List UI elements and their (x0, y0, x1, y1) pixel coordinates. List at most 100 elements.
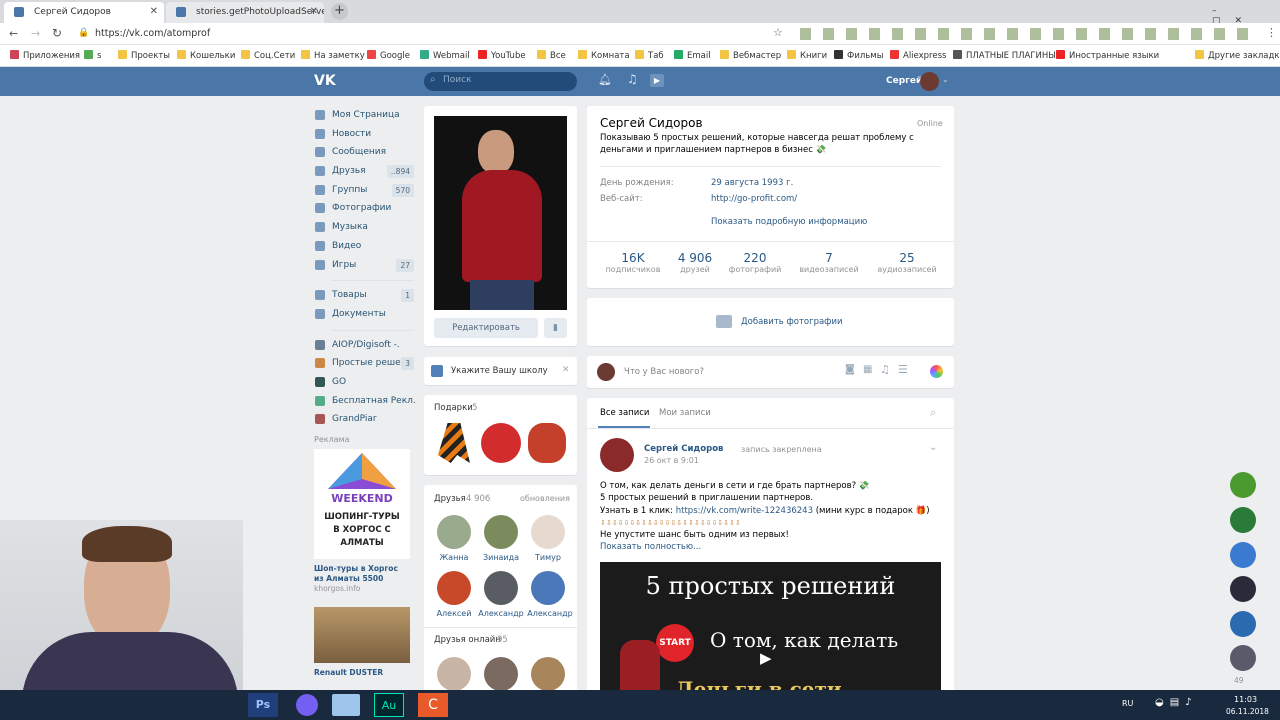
stat-photos[interactable]: 220 фотографий (720, 251, 790, 274)
color-palette-icon[interactable] (930, 365, 943, 378)
friend-name[interactable]: Александр (524, 609, 576, 618)
sidebar-item-goods[interactable]: Товары 1 (312, 286, 414, 305)
sidebar-app[interactable]: GrandPiar (312, 410, 414, 429)
bookmark-item[interactable]: ПЛАТНЫЕ ПЛАГИНЫ (953, 50, 1056, 61)
sidebar-item-friends[interactable]: Друзья ..894 (312, 162, 414, 181)
gifts-card[interactable]: Подарки 5 (424, 395, 577, 475)
bookmark-item[interactable]: Webmail (420, 50, 470, 61)
sidebar-item-news[interactable]: Новости (312, 125, 414, 144)
stats-icon[interactable]: ▮ (544, 318, 567, 338)
bookmark-item[interactable]: Таб (635, 50, 664, 61)
avatar[interactable] (920, 72, 939, 91)
profile-photo[interactable] (434, 116, 567, 310)
post-author[interactable]: Сергей Сидоров (644, 444, 723, 454)
updates-link[interactable]: обновления (520, 494, 570, 503)
text-format-icon[interactable]: ☰ (898, 363, 908, 376)
show-more-info-link[interactable]: Показать подробную информацию (711, 217, 867, 227)
stat-followers[interactable]: 16K подписчиков (598, 251, 668, 274)
sidebar-app[interactable]: Бесплатная Рекл. (312, 392, 416, 411)
friend-avatar[interactable] (437, 515, 471, 549)
viber-icon[interactable] (296, 694, 318, 716)
status-text[interactable]: Показываю 5 простых решений, которые нав… (600, 132, 940, 156)
post-author-avatar[interactable] (600, 438, 634, 472)
chat-avatar[interactable] (1230, 645, 1256, 671)
bookmark-item[interactable]: s (84, 50, 101, 61)
bookmark-item[interactable]: Книги (787, 50, 827, 61)
extension-icons[interactable] (800, 28, 1260, 40)
show-more-link[interactable]: Показать полностью... (600, 541, 945, 553)
sidebar-app[interactable]: AIOP/Digisoft -. (312, 336, 414, 355)
bookmark-item[interactable]: На заметку (301, 50, 365, 61)
music-icon[interactable]: ♫ (880, 363, 890, 376)
sidebar-item-groups[interactable]: Группы 570 (312, 181, 414, 200)
audition-icon[interactable]: Au (374, 693, 404, 717)
tab-all-posts[interactable]: Все записи (600, 408, 649, 418)
url-field[interactable]: https://vk.com/atomprof (95, 28, 210, 39)
bookmark-item[interactable]: YouTube (478, 50, 526, 61)
back-icon[interactable]: ← (9, 27, 18, 40)
sidebar-item-games[interactable]: Игры 27 (312, 256, 414, 275)
friend-avatar[interactable] (437, 657, 471, 691)
ad-banner[interactable]: WEEKEND ШОПИНГ-ТУРЫ В ХОРГОС С АЛМАТЫ (314, 449, 410, 559)
tray-icons[interactable]: ◒▤♪ (1155, 697, 1198, 708)
chat-avatar[interactable] (1230, 611, 1256, 637)
ad-title[interactable]: Renault DUSTER (314, 668, 410, 677)
clock-time[interactable]: 11:03 (1234, 695, 1257, 704)
reload-icon[interactable]: ↻ (52, 26, 62, 40)
friend-name[interactable]: Жанна (432, 553, 476, 562)
friend-avatar[interactable] (484, 657, 518, 691)
sidebar-item-video[interactable]: Видео (312, 237, 414, 256)
friend-name[interactable]: Александр (475, 609, 527, 618)
star-icon[interactable]: ☆ (773, 26, 783, 39)
post-date[interactable]: 26 окт в 9:01 (644, 456, 699, 465)
edit-button[interactable]: Редактировать (434, 318, 538, 338)
bookmark-item[interactable]: Фильмы (834, 50, 883, 61)
photoshop-icon[interactable]: Ps (248, 693, 278, 717)
browser-tab-active[interactable]: Сергей Сидоров ✕ (4, 2, 164, 23)
bookmark-item[interactable]: Кошельки (177, 50, 235, 61)
gift-santa-icon[interactable] (481, 423, 521, 463)
bookmark-item[interactable]: Соц.Сети (241, 50, 295, 61)
composer-input[interactable]: Что у Вас нового? (624, 367, 704, 377)
friend-avatar[interactable] (531, 571, 565, 605)
search-input[interactable]: ⌕ Поиск (424, 72, 577, 91)
chat-avatar[interactable] (1230, 542, 1256, 568)
stat-audios[interactable]: 25 аудиозаписей (871, 251, 943, 274)
bookmark-item[interactable]: Приложения (10, 50, 80, 61)
close-tab-icon[interactable]: ✕ (150, 2, 158, 22)
friend-avatar[interactable] (484, 571, 518, 605)
video-icon[interactable]: ▦ (863, 364, 872, 375)
bookmark-item[interactable]: Aliexpress (890, 50, 946, 61)
sidebar-item-my-page[interactable]: Моя Страница (312, 106, 414, 125)
language-indicator[interactable]: RU (1122, 699, 1133, 708)
close-icon[interactable]: ✕ (562, 365, 570, 375)
bookmark-item[interactable]: Google (367, 50, 410, 61)
forward-icon[interactable]: → (31, 27, 40, 40)
friend-avatar[interactable] (484, 515, 518, 549)
play-icon[interactable]: ▶ (760, 649, 782, 667)
sidebar-item-photos[interactable]: Фотографии (312, 199, 414, 218)
sidebar-app[interactable]: Простые реше... 3 (312, 354, 414, 373)
tab-my-posts[interactable]: Мои записи (659, 408, 711, 418)
menu-icon[interactable]: ⋮ (1266, 26, 1277, 39)
stat-friends[interactable]: 4 906 друзей (665, 251, 725, 274)
friend-avatar[interactable] (531, 657, 565, 691)
sidebar-item-documents[interactable]: Документы (312, 305, 414, 324)
sidebar-item-music[interactable]: Музыка (312, 218, 414, 237)
website-link[interactable]: http://go-profit.com/ (711, 194, 797, 204)
browser-tab[interactable]: stories.getPhotoUploadServer | F ✕ (166, 2, 324, 23)
user-name[interactable]: Сергей (886, 76, 922, 86)
close-tab-icon[interactable]: ✕ (310, 2, 318, 22)
bookmark-item[interactable]: Все (537, 50, 566, 61)
post-video[interactable]: 5 простых решений START О том, как делат… (600, 562, 941, 698)
app-icon[interactable]: C (418, 693, 448, 717)
bookmark-item[interactable]: Комната (578, 50, 630, 61)
stat-videos[interactable]: 7 видеозаписей (791, 251, 867, 274)
window-controls[interactable]: –▢✕ (1212, 6, 1272, 26)
chat-avatar[interactable] (1230, 576, 1256, 602)
school-card[interactable]: Укажите Вашу школу ✕ (424, 357, 577, 385)
chevron-down-icon[interactable]: ⌄ (942, 75, 949, 84)
chat-avatar[interactable] (1230, 472, 1256, 498)
bookmark-item[interactable]: Проекты (118, 50, 170, 61)
friend-name[interactable]: Алексей (432, 609, 476, 618)
